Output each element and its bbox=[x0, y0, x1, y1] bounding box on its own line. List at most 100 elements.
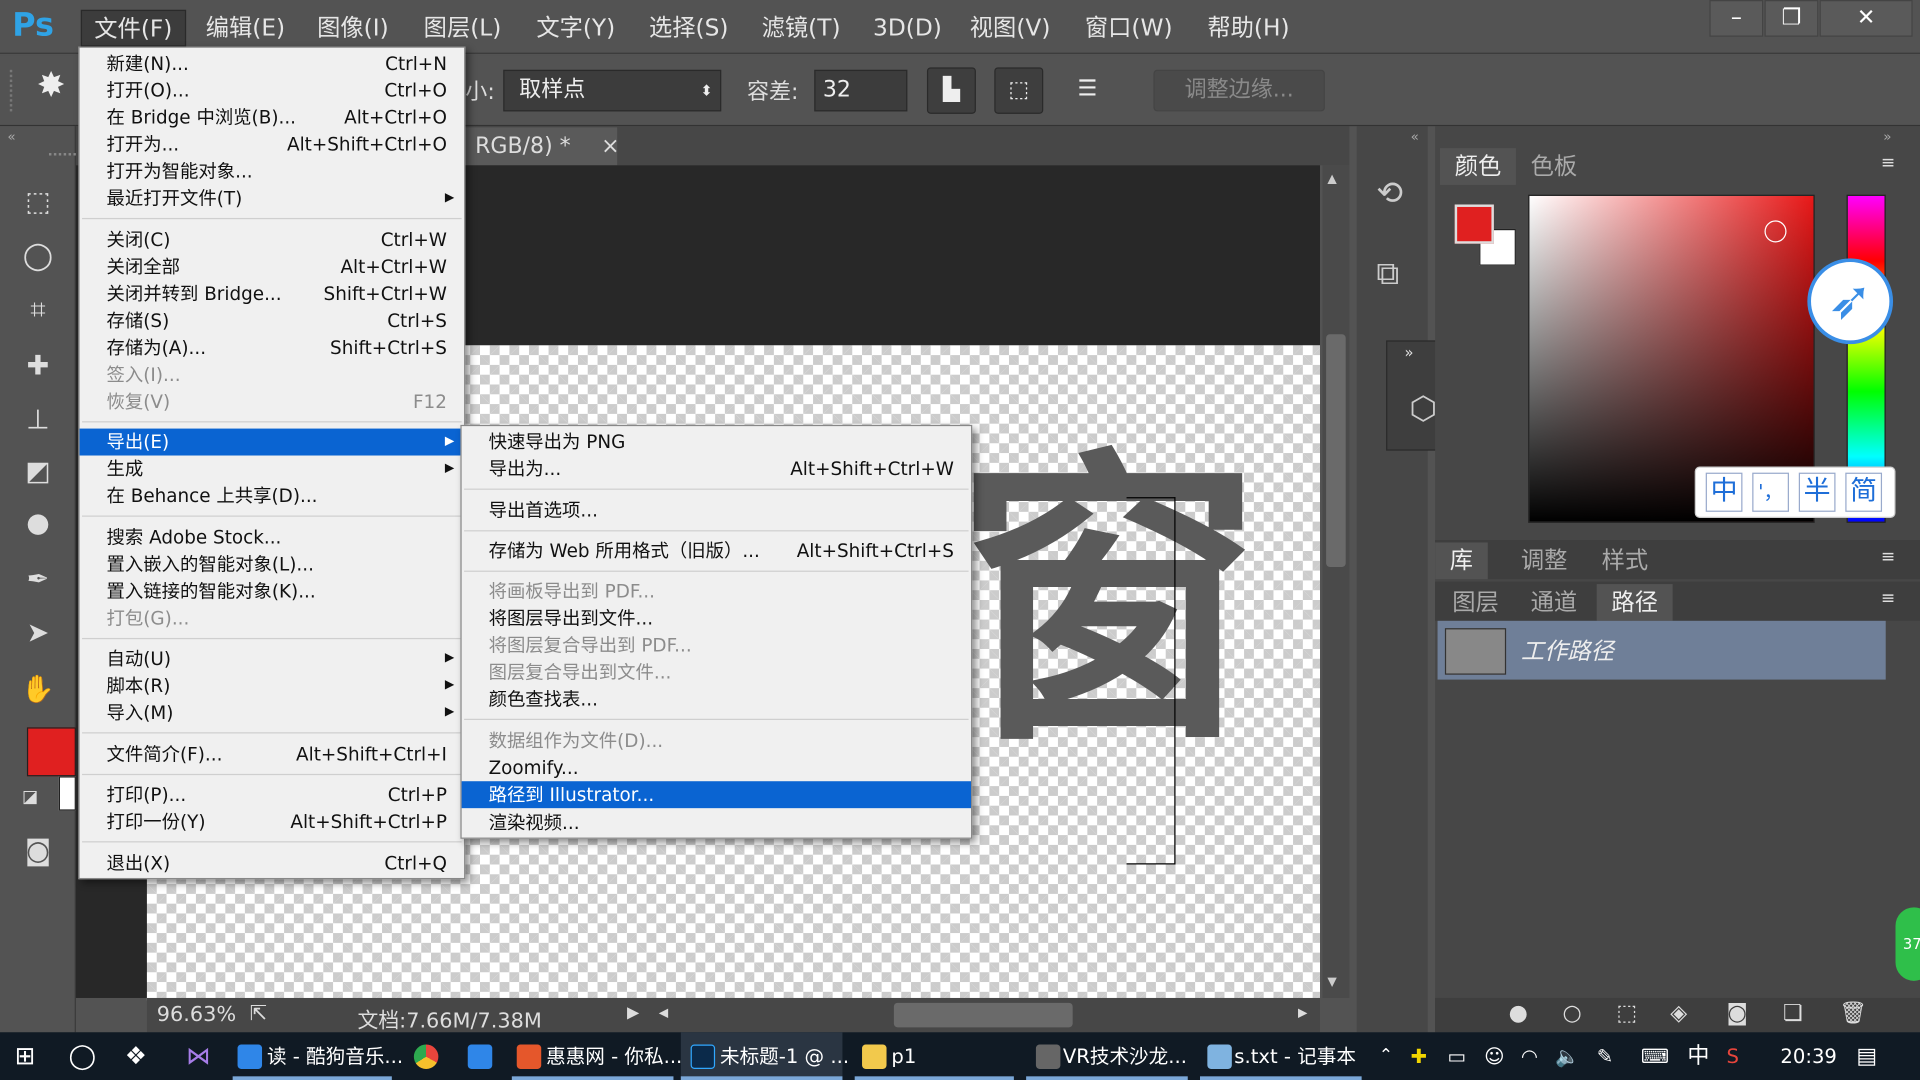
taskbar-photoshop[interactable]: 未标题-1 @ ... bbox=[720, 1032, 849, 1080]
menu-item-export[interactable]: 导出(E) ▶ bbox=[79, 428, 465, 456]
tab-paths[interactable]: 路径 bbox=[1596, 584, 1673, 621]
make-work-path-icon[interactable]: ◈ bbox=[1670, 1000, 1687, 1026]
grip-handle[interactable] bbox=[9, 69, 15, 112]
contiguous-icon[interactable]: ⬚ bbox=[994, 67, 1044, 114]
cortana-icon[interactable]: ◯ bbox=[69, 1032, 96, 1080]
menu-item-place-embedded[interactable]: 置入嵌入的智能对象(L)... bbox=[80, 551, 464, 578]
menu-item-open[interactable]: 打开(O)... Ctrl+O bbox=[80, 77, 464, 104]
collapse-panels-icon[interactable]: » bbox=[1883, 129, 1891, 145]
tab-layers[interactable]: 图层 bbox=[1438, 584, 1514, 621]
menu-type[interactable]: 文字(Y) bbox=[524, 10, 627, 47]
menu-image[interactable]: 图像(I) bbox=[305, 10, 401, 47]
menu-window[interactable]: 窗口(W) bbox=[1073, 10, 1185, 47]
ime-simplified-button[interactable]: 简 bbox=[1845, 472, 1883, 512]
healing-brush-icon[interactable]: ✚ bbox=[17, 347, 59, 389]
menu-select[interactable]: 选择(S) bbox=[637, 10, 741, 47]
visual-studio-icon[interactable]: ⋈ bbox=[186, 1032, 210, 1080]
ime-chinese-button[interactable]: 中 bbox=[1705, 472, 1743, 512]
tray-qq-icon[interactable]: ☺ bbox=[1484, 1032, 1504, 1080]
menu-item-place-linked[interactable]: 置入链接的智能对象(K)... bbox=[80, 578, 464, 605]
menu-item-layers-to-files[interactable]: 将图层导出到文件... bbox=[462, 605, 971, 632]
menu-item-close-go-bridge[interactable]: 关闭并转到 Bridge... Shift+Ctrl+W bbox=[80, 280, 464, 307]
tray-wifi-icon[interactable]: ◠ bbox=[1521, 1032, 1538, 1080]
grip-handle[interactable] bbox=[48, 153, 76, 160]
refine-edge-button[interactable]: 调整边缘... bbox=[1153, 69, 1325, 112]
menu-item-print-one[interactable]: 打印一份(Y) Alt+Shift+Ctrl+P bbox=[80, 808, 464, 835]
history-icon[interactable]: ⟲ bbox=[1376, 175, 1403, 212]
menu-item-close[interactable]: 关闭(C) Ctrl+W bbox=[80, 227, 464, 254]
tray-ime-indicator[interactable]: 中 bbox=[1687, 1032, 1709, 1080]
stamp-tool-icon[interactable]: ⊥ bbox=[17, 400, 59, 442]
fill-path-icon[interactable]: ● bbox=[1509, 1000, 1528, 1026]
menu-item-print[interactable]: 打印(P)... Ctrl+P bbox=[80, 781, 464, 808]
swap-colors-icon[interactable]: ◪ bbox=[22, 787, 38, 807]
menu-item-paths-to-illustrator[interactable]: 路径到 Illustrator... bbox=[461, 781, 972, 809]
load-selection-icon[interactable]: ⬚ bbox=[1616, 1000, 1637, 1026]
menu-item-scripts[interactable]: 脚本(R) ▶ bbox=[80, 672, 464, 699]
menu-item-search-stock[interactable]: 搜索 Adobe Stock... bbox=[80, 524, 464, 551]
task-view-icon[interactable]: ❖ bbox=[125, 1032, 147, 1080]
menu-help[interactable]: 帮助(H) bbox=[1195, 10, 1302, 47]
menu-item-new[interactable]: 新建(N)... Ctrl+N bbox=[80, 50, 464, 77]
taskbar-folder[interactable]: p1 bbox=[891, 1032, 916, 1080]
vertical-scrollbar[interactable]: ▲ ▼ bbox=[1322, 165, 1350, 998]
menu-item-quick-export-png[interactable]: 快速导出为 PNG bbox=[462, 429, 971, 456]
path-select-icon[interactable]: ➤ bbox=[17, 613, 59, 655]
add-mask-icon[interactable]: ◙ bbox=[1727, 1000, 1748, 1026]
tab-adjustments[interactable]: 调整 bbox=[1506, 542, 1582, 579]
menu-item-automate[interactable]: 自动(U) ▶ bbox=[80, 645, 464, 672]
menu-item-save[interactable]: 存储(S) Ctrl+S bbox=[80, 307, 464, 334]
panel-menu-icon[interactable]: ≡ bbox=[1881, 547, 1895, 567]
menu-item-zoomify[interactable]: Zoomify... bbox=[462, 754, 971, 781]
anti-alias-icon[interactable]: ▙ bbox=[926, 67, 976, 114]
menu-item-share-behance[interactable]: 在 Behance 上共享(D)... bbox=[80, 482, 464, 509]
tray-plus-icon[interactable]: ✚ bbox=[1411, 1032, 1427, 1080]
menu-item-export-preferences[interactable]: 导出首选项... bbox=[462, 497, 971, 524]
menu-item-export-as[interactable]: 导出为... Alt+Shift+Ctrl+W bbox=[462, 456, 971, 483]
menu-item-close-all[interactable]: 关闭全部 Alt+Ctrl+W bbox=[80, 253, 464, 280]
tab-styles[interactable]: 样式 bbox=[1587, 542, 1663, 579]
menu-item-recent-files[interactable]: 最近打开文件(T) ▶ bbox=[80, 185, 464, 212]
menu-item-color-lookup[interactable]: 颜色查找表... bbox=[462, 686, 971, 713]
minimize-button[interactable]: – bbox=[1709, 0, 1764, 37]
menu-file[interactable]: 文件(F) bbox=[80, 9, 186, 47]
quick-mask-icon[interactable]: ◙ bbox=[17, 831, 59, 873]
menu-item-browse-bridge[interactable]: 在 Bridge 中浏览(B)... Alt+Ctrl+O bbox=[80, 104, 464, 131]
horizontal-scroll-thumb[interactable] bbox=[893, 1002, 1073, 1028]
menu-item-render-video[interactable]: 渲染视频... bbox=[462, 809, 971, 836]
lasso-tool-icon[interactable]: ◯ bbox=[17, 236, 59, 278]
restore-button[interactable]: ❐ bbox=[1764, 0, 1819, 37]
marquee-tool-icon[interactable]: ⬚ bbox=[17, 182, 59, 224]
tab-swatches[interactable]: 色板 bbox=[1516, 148, 1592, 185]
stroke-path-icon[interactable]: ○ bbox=[1562, 1000, 1581, 1026]
menu-3d[interactable]: 3D(D) bbox=[861, 10, 954, 47]
color-picker-ring[interactable] bbox=[1764, 220, 1787, 243]
tray-battery-icon[interactable]: ▭ bbox=[1447, 1032, 1466, 1080]
tab-channels[interactable]: 通道 bbox=[1516, 584, 1592, 621]
notification-icon[interactable]: ▤ bbox=[1856, 1032, 1877, 1080]
export-status-icon[interactable]: ⇱ bbox=[250, 1002, 267, 1026]
menu-item-save-as[interactable]: 存储为(A)... Shift+Ctrl+S bbox=[80, 334, 464, 361]
status-menu-arrow-icon[interactable]: ▶ bbox=[627, 1004, 639, 1022]
ime-halfwidth-button[interactable]: 半 bbox=[1798, 472, 1836, 512]
sample-size-select[interactable]: 取样点 ⬍ bbox=[503, 69, 722, 112]
floating-badge[interactable]: 37 bbox=[1895, 907, 1920, 981]
pen-tool-icon[interactable]: ✒ bbox=[17, 560, 59, 602]
vertical-scroll-thumb[interactable] bbox=[1326, 334, 1346, 567]
panel-menu-icon[interactable]: ≡ bbox=[1881, 589, 1895, 609]
document-tab[interactable]: RGB/8) * × bbox=[457, 127, 620, 166]
tray-sogou-icon[interactable]: S bbox=[1727, 1032, 1739, 1080]
menu-item-exit[interactable]: 退出(X) Ctrl+Q bbox=[80, 850, 464, 877]
expand-panels-icon[interactable]: « bbox=[1411, 129, 1419, 145]
new-path-icon[interactable]: ❏ bbox=[1783, 1000, 1803, 1026]
tray-overflow-icon[interactable]: ⌃ bbox=[1379, 1032, 1393, 1080]
blur-tool-icon[interactable]: ● bbox=[17, 503, 59, 545]
zoom-level[interactable]: 96.63% bbox=[157, 1003, 236, 1027]
foreground-swatch[interactable] bbox=[1454, 204, 1494, 244]
tolerance-input[interactable]: 32 bbox=[814, 69, 908, 112]
menu-edit[interactable]: 编辑(E) bbox=[193, 10, 297, 47]
menu-item-import[interactable]: 导入(M) ▶ bbox=[80, 699, 464, 726]
bird-icon[interactable]: ➶ bbox=[1807, 258, 1894, 345]
taskbar-kugou[interactable]: 读 - 酷狗音乐... bbox=[267, 1032, 403, 1080]
foreground-color-swatch[interactable] bbox=[26, 727, 76, 777]
